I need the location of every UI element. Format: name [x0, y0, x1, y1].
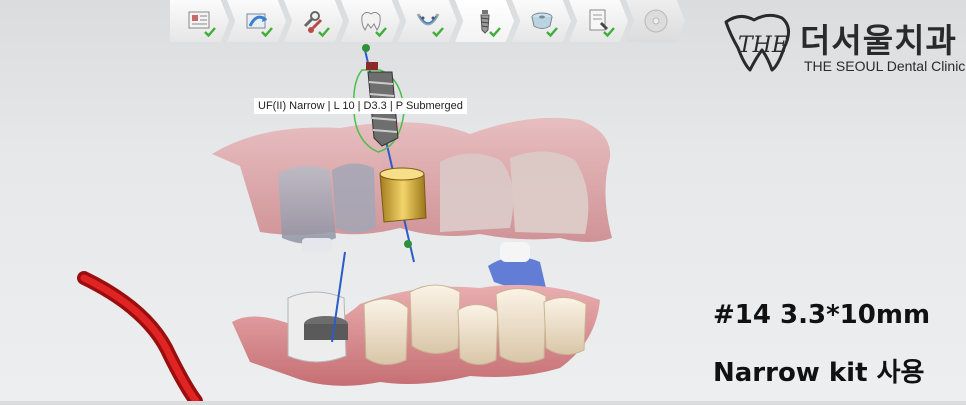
step-implant[interactable]	[455, 0, 514, 42]
check-icon	[432, 27, 444, 38]
check-icon	[489, 27, 501, 38]
check-icon	[546, 27, 558, 38]
kit-usage-caption: Narrow kit 사용	[713, 358, 925, 388]
clinic-name-korean: 더서울치과	[800, 21, 957, 60]
step-patient-info[interactable]	[170, 0, 229, 42]
step-tools[interactable]	[284, 0, 343, 42]
check-icon	[375, 27, 387, 38]
lower-jaw-scan	[232, 284, 600, 386]
step-report[interactable]	[569, 0, 628, 42]
svg-text:THE: THE	[738, 33, 788, 58]
the-tooth-logo-mark: THE	[724, 13, 790, 72]
check-icon	[603, 27, 615, 38]
dental-3d-model[interactable]	[0, 42, 710, 405]
step-crown[interactable]	[341, 0, 400, 42]
clinic-name-english: THE SEOUL Dental Clinic	[804, 58, 966, 74]
check-icon	[261, 27, 273, 38]
axis-handle-top[interactable]	[362, 44, 370, 52]
tooth-spec-caption: #14 3.3*10mm	[713, 300, 931, 330]
step-export[interactable]	[626, 0, 685, 42]
clinic-logo: THE 더서울치과 THE SEOUL Dental Clinic	[720, 8, 965, 78]
ghost-teeth	[278, 163, 376, 252]
check-icon	[318, 27, 330, 38]
workflow-steps	[170, 0, 706, 42]
lower-abutment	[287, 291, 348, 363]
step-scan-import[interactable]	[227, 0, 286, 42]
3d-viewport[interactable]: UF(II) Narrow | L 10 | D3.3 | P Submerge…	[0, 42, 710, 405]
implant-spec-tooltip: UF(II) Narrow | L 10 | D3.3 | P Submerge…	[254, 98, 467, 114]
disc-export-icon	[644, 9, 667, 33]
gold-sleeve	[379, 167, 427, 223]
axis-handle-bottom[interactable]	[404, 240, 412, 248]
step-nerve-canal[interactable]	[398, 0, 457, 42]
step-sleeve[interactable]	[512, 0, 571, 42]
nerve-canal-path	[77, 271, 203, 405]
check-icon	[204, 27, 216, 38]
